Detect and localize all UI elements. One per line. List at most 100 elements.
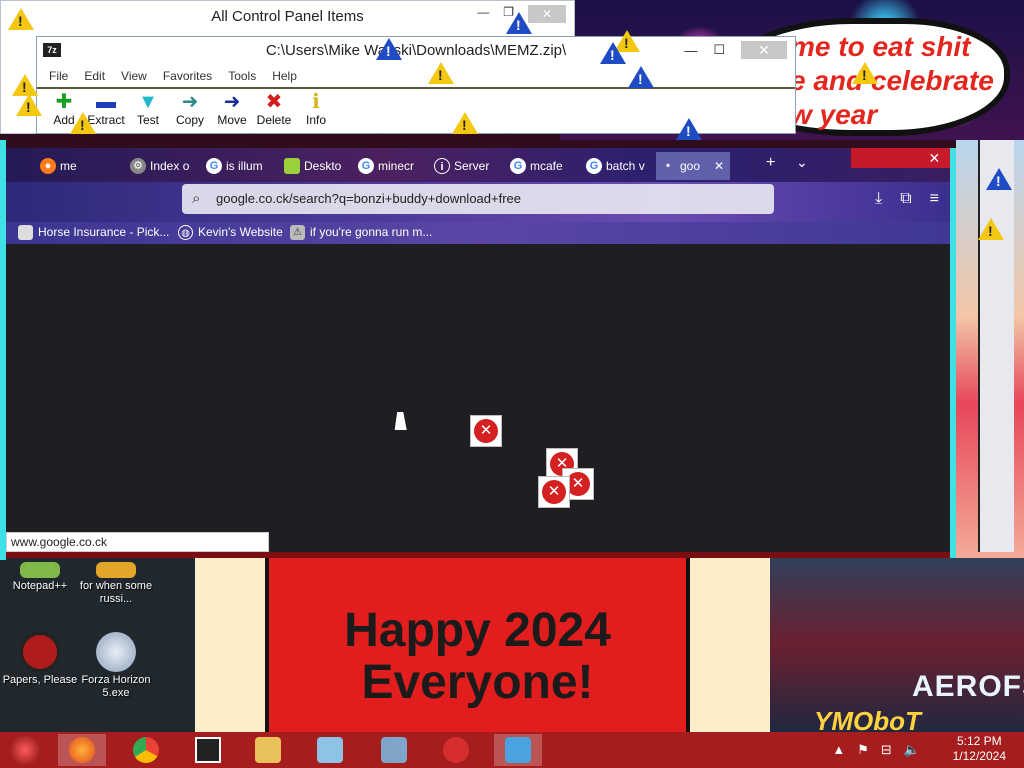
flag-icon[interactable]: ⚑ <box>857 742 869 758</box>
menu-favorites[interactable]: Favorites <box>155 67 220 85</box>
error-icon <box>470 415 502 447</box>
desktop-icon-papers-please[interactable]: Papers, Please <box>0 632 80 687</box>
document-icon <box>284 158 300 174</box>
dot-icon: • <box>666 160 670 172</box>
shortcut-file-icon <box>96 562 136 578</box>
warning-icon <box>8 8 34 30</box>
menu-help[interactable]: Help <box>264 67 305 85</box>
new-tab-icon[interactable]: + <box>766 154 775 172</box>
speech-bubble-text: me to eat shit e and celebrate w year <box>790 30 1010 132</box>
menu-icon[interactable]: ≡ <box>930 190 939 208</box>
bookmark-label: if you're gonna run m... <box>310 225 433 239</box>
info-circle-icon: i <box>434 158 450 174</box>
menu-file[interactable]: File <box>41 67 76 85</box>
globe-icon: ◍ <box>178 225 193 240</box>
minimize-icon[interactable]: — <box>477 5 489 23</box>
status-bar-url: www.google.co.ck <box>6 532 269 552</box>
menu-view[interactable]: View <box>113 67 155 85</box>
city-sign-2: YMOboT <box>814 706 921 732</box>
page-content[interactable] <box>6 244 951 558</box>
tab-2[interactable]: ⚙ Index o <box>126 152 198 180</box>
download-icon[interactable]: ⤓ <box>875 190 882 208</box>
poster-line-1: Happy 2024 <box>344 604 611 657</box>
desktop-icon-notepad-plus[interactable]: Notepad++ <box>0 562 80 593</box>
city-sign: AEROFS <box>912 670 1024 703</box>
tab-6[interactable]: i Server <box>430 152 502 180</box>
taskbar: ▲ ⚑ ⊟ 🔈 5:12 PM 1/12/2024 <box>0 732 1024 768</box>
menu-tools[interactable]: Tools <box>220 67 264 85</box>
desktop-icon-forza[interactable]: Forza Horizon 5.exe <box>76 632 156 700</box>
taskbar-chrome[interactable] <box>122 734 170 766</box>
move-arrow-icon: ➜ <box>223 91 241 113</box>
google-icon: G <box>206 158 222 174</box>
tab-8[interactable]: G batch v <box>582 152 654 180</box>
taskbar-task-manager[interactable] <box>370 734 418 766</box>
info-label: Info <box>305 113 326 127</box>
bookmark-1[interactable]: Horse Insurance - Pick... <box>18 225 169 240</box>
firefox-window[interactable]: ● me ⚙ Index o G is illum Deskto G minec… <box>6 148 951 558</box>
tab-4[interactable]: Deskto <box>280 152 350 180</box>
extensions-icon[interactable]: ⧉ <box>900 190 911 208</box>
clock-date: 1/12/2024 <box>952 749 1006 763</box>
copy-button[interactable]: ➜ Copy <box>169 91 211 127</box>
warning-icon <box>852 62 878 84</box>
info-warning-icon <box>628 66 654 88</box>
clock-time: 5:12 PM <box>956 734 1002 748</box>
chevron-down-icon[interactable]: ⌄ <box>796 154 808 171</box>
bookmark-3[interactable]: ⚠ if you're gonna run m... <box>290 225 433 240</box>
system-clock[interactable]: 5:12 PM 1/12/2024 <box>953 734 1006 764</box>
close-icon[interactable]: ✕ <box>741 41 787 59</box>
tab-1[interactable]: ● me <box>36 152 116 180</box>
navigation-bar: ⌕ google.co.ck/search?q=bonzi+buddy+down… <box>6 182 951 222</box>
tab-3[interactable]: G is illum <box>202 152 276 180</box>
warning-icon <box>452 112 478 134</box>
taskbar-7zip[interactable] <box>184 734 232 766</box>
info-icon: ℹ <box>312 91 320 113</box>
warning-icon <box>428 62 454 84</box>
move-button[interactable]: ➜ Move <box>211 91 253 127</box>
taskbar-control-panel[interactable] <box>494 734 542 766</box>
close-icon[interactable]: ✕ <box>528 5 566 23</box>
tab-label: Server <box>454 159 490 173</box>
firefox-icon: ● <box>40 158 56 174</box>
maximize-icon[interactable] <box>884 148 917 168</box>
mouse-cursor <box>394 412 410 430</box>
info-warning-icon <box>600 42 626 64</box>
desktop-icon-label: Forza Horizon 5.exe <box>81 674 151 699</box>
chrome-icon <box>133 737 159 763</box>
volume-muted-icon[interactable]: 🔈 <box>904 742 920 758</box>
delete-label: Delete <box>256 113 292 127</box>
minimize-icon[interactable] <box>851 148 884 168</box>
taskbar-file-explorer[interactable] <box>244 734 292 766</box>
7zip-menu-bar: File Edit View Favorites Tools Help <box>41 67 305 85</box>
minimize-icon[interactable]: — <box>684 43 697 58</box>
warning-icon <box>978 218 1004 240</box>
info-button[interactable]: ℹ Info <box>295 91 337 127</box>
gear-icon: ⚙ <box>130 158 146 174</box>
taskbar-paint[interactable] <box>432 734 480 766</box>
tab-active[interactable]: • goo ✕ <box>656 152 730 180</box>
info-warning-icon <box>376 38 402 60</box>
tab-7[interactable]: G mcafe <box>506 152 578 180</box>
taskbar-firefox[interactable] <box>58 734 106 766</box>
tab-label: goo <box>680 159 701 173</box>
network-icon[interactable]: ⊟ <box>881 742 892 758</box>
taskbar-notepad[interactable] <box>306 734 354 766</box>
test-button[interactable]: ▼ Test <box>127 91 169 127</box>
menu-edit[interactable]: Edit <box>76 67 113 85</box>
chevron-up-icon[interactable]: ▲ <box>832 742 845 758</box>
firefox-icon <box>69 737 95 763</box>
desktop-icon-shortcut[interactable]: for when some russi... <box>76 562 156 606</box>
delete-button[interactable]: ✖ Delete <box>253 91 295 127</box>
tab-5[interactable]: G minecr <box>354 152 426 180</box>
close-tab-icon[interactable]: ✕ <box>714 152 724 180</box>
close-icon[interactable]: ✕ <box>918 148 951 168</box>
error-icon <box>538 476 570 508</box>
maximize-icon[interactable]: ☐ <box>713 42 725 58</box>
address-bar[interactable]: ⌕ google.co.ck/search?q=bonzi+buddy+down… <box>182 184 774 214</box>
info-warning-icon <box>506 12 532 34</box>
paint-icon <box>443 737 469 763</box>
background-window-edge <box>978 140 1014 552</box>
bookmark-2[interactable]: ◍ Kevin's Website <box>178 225 283 240</box>
start-button[interactable] <box>10 735 40 765</box>
